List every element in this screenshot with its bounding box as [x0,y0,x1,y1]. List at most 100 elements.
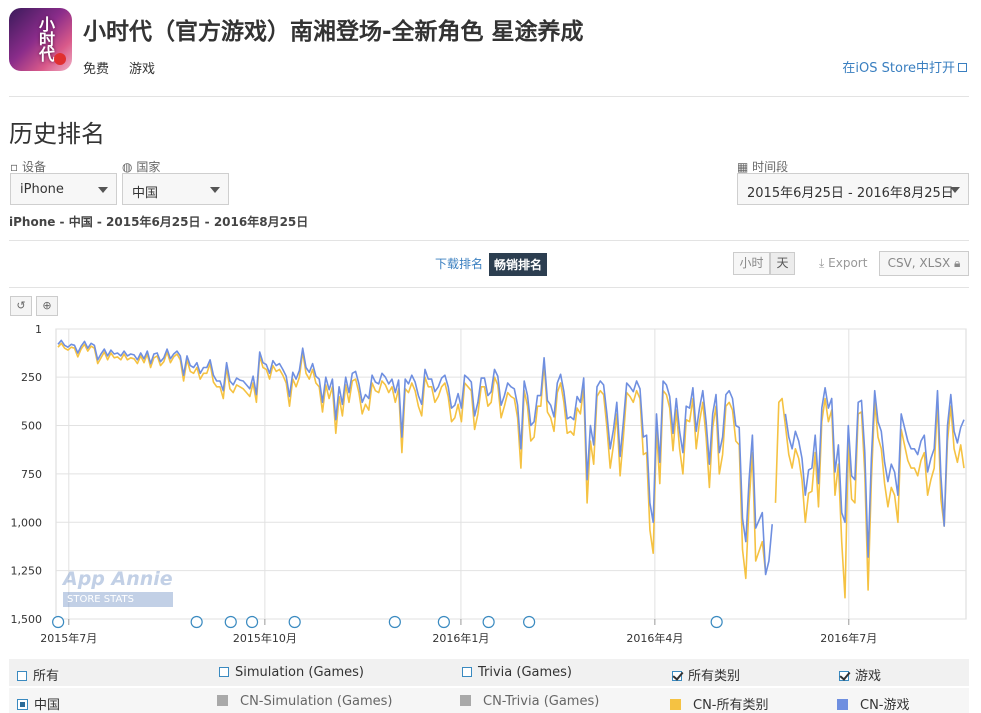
y-axis-labels: 1 250 500 750 1,000 1,250 1,500 [11,323,43,626]
series-swatch [837,699,848,710]
filter-summary: iPhone - 中国 - 2015年6月25日 - 2016年8月25日 [9,215,309,229]
watermark-sub: STORE STATS [63,592,173,607]
y-tick-label: 1,500 [11,613,43,626]
legend-label: CN-Simulation (Games) [240,694,393,709]
checkbox-checked[interactable] [672,671,682,681]
legend-label: CN-所有类别 [693,698,769,713]
chevron-down-icon [950,187,960,193]
event-marker-icon[interactable] [190,615,203,629]
radio-selected[interactable] [17,699,28,710]
y-tick-label: 250 [21,371,42,384]
divider [9,287,969,288]
watermark-brand: App Annie [63,568,173,590]
period-select-value: 2015年6月25日 - 2016年8月25日 [747,186,954,201]
day-button[interactable]: 天 [770,252,795,275]
legend-label: 中国 [34,698,61,713]
checkbox[interactable] [17,671,27,681]
event-marker-icon[interactable] [523,615,536,629]
tab-grossing[interactable]: 畅销排名 [489,253,548,276]
undo-icon: ↺ [16,299,26,312]
legend-label: CN-Trivia (Games) [483,694,600,709]
divider [9,240,969,241]
legend-country-cn[interactable]: 中国 [17,694,60,713]
open-in-store-label: 在iOS Store中打开 [842,61,955,76]
y-tick-label: 500 [21,420,42,433]
legend-series-all-categories[interactable]: CN-所有类别 [670,694,769,713]
calendar-icon: ▦ [737,160,749,174]
y-tick-label: 750 [21,468,42,481]
x-axis-labels: 2015年7月 2015年10月 2016年1月 2016年4月 2016年7月 [40,631,877,645]
device-select-value: iPhone [20,182,64,197]
x-tick-label: 2016年7月 [820,631,877,645]
section-title: 历史排名 [9,120,105,148]
external-link-icon [958,63,967,72]
divider [9,96,969,97]
checkbox[interactable] [219,667,229,677]
device-icon: ▫ [10,160,19,174]
legend-category-all[interactable]: 所有 [17,665,59,684]
app-title: 小时代（官方游戏）南湘登场-全新角色 星途养成 [83,19,584,45]
legend-series-trivia[interactable]: CN-Trivia (Games) [460,694,599,709]
event-marker-icon[interactable] [288,615,301,629]
legend-series-row: 中国 CN-Simulation (Games) CN-Trivia (Game… [9,688,969,713]
event-marker-icon[interactable] [482,615,495,629]
tab-downloads[interactable]: 下载排名 [435,255,483,272]
series-swatch [217,695,228,706]
device-select[interactable]: iPhone [10,173,117,205]
zoom-in-icon: ⊕ [42,299,52,312]
y-tick-label: 1,000 [11,516,43,529]
export-formats-label: CSV, XLSX [887,256,951,270]
legend-category-games[interactable]: 游戏 [839,665,881,684]
legend-label: 游戏 [855,669,882,684]
series-swatch [460,695,471,706]
open-in-store-link[interactable]: 在iOS Store中打开 [842,57,967,76]
device-label-text: 设备 [21,160,46,174]
legend-series-games[interactable]: CN-游戏 [837,694,910,713]
app-category: 游戏 [129,62,156,77]
x-tick-label: 2016年4月 [626,631,683,645]
country-select[interactable]: 中国 [122,173,229,205]
x-tick-label: 2016年1月 [432,631,489,645]
period-label-text: 时间段 [752,160,789,174]
netease-logo-icon [54,53,66,65]
legend-label: Trivia (Games) [478,665,573,680]
legend-category-trivia[interactable]: Trivia (Games) [462,665,572,680]
y-tick-label: 1,250 [11,565,43,578]
watermark: App Annie STORE STATS [63,568,173,607]
checkbox[interactable] [462,667,472,677]
app-price: 免费 [83,62,110,77]
export-label: Export [828,256,868,270]
chevron-down-icon [98,187,108,193]
event-marker-icon[interactable] [437,615,450,629]
series-swatch [670,699,681,710]
chevron-down-icon [210,187,220,193]
event-marker-icon[interactable] [388,615,401,629]
event-marker-icon[interactable] [52,615,65,629]
legend-category-row: 所有 Simulation (Games) Trivia (Games) 所有类… [9,659,969,686]
legend-label: CN-游戏 [860,698,910,713]
period-select[interactable]: 2015年6月25日 - 2016年8月25日 [737,173,969,205]
x-tick-label: 2015年10月 [233,631,297,645]
download-icon: ⤓ [819,256,825,270]
event-marker-icon[interactable] [224,615,237,629]
legend-series-simulation[interactable]: CN-Simulation (Games) [217,694,393,709]
x-tick-label: 2015年7月 [40,631,97,645]
hour-button[interactable]: 小时 [733,252,770,275]
export-link[interactable]: ⤓ Export [819,256,867,271]
country-label-text: 国家 [136,160,161,174]
event-marker-icon[interactable] [245,615,259,629]
app-icon-text: 小时代 [36,16,55,61]
globe-icon: ◍ [122,160,133,174]
reset-zoom-button[interactable]: ↺ [10,296,32,316]
event-marker-icon[interactable] [710,615,723,629]
country-select-value: 中国 [132,186,159,201]
legend-category-simulation[interactable]: Simulation (Games) [219,665,364,680]
y-tick-label: 1 [35,323,42,336]
legend-category-all-categories[interactable]: 所有类别 [672,665,740,684]
checkbox-checked[interactable] [839,671,849,681]
export-format-button[interactable]: CSV, XLSX 🔒︎ [879,251,969,276]
page: 小时代 小时代（官方游戏）南湘登场-全新角色 星途养成 免费 游戏 在iOS S… [0,0,981,713]
zoom-button[interactable]: ⊕ [36,296,58,316]
legend-label: 所有类别 [688,669,741,684]
legend-label: Simulation (Games) [235,665,364,680]
